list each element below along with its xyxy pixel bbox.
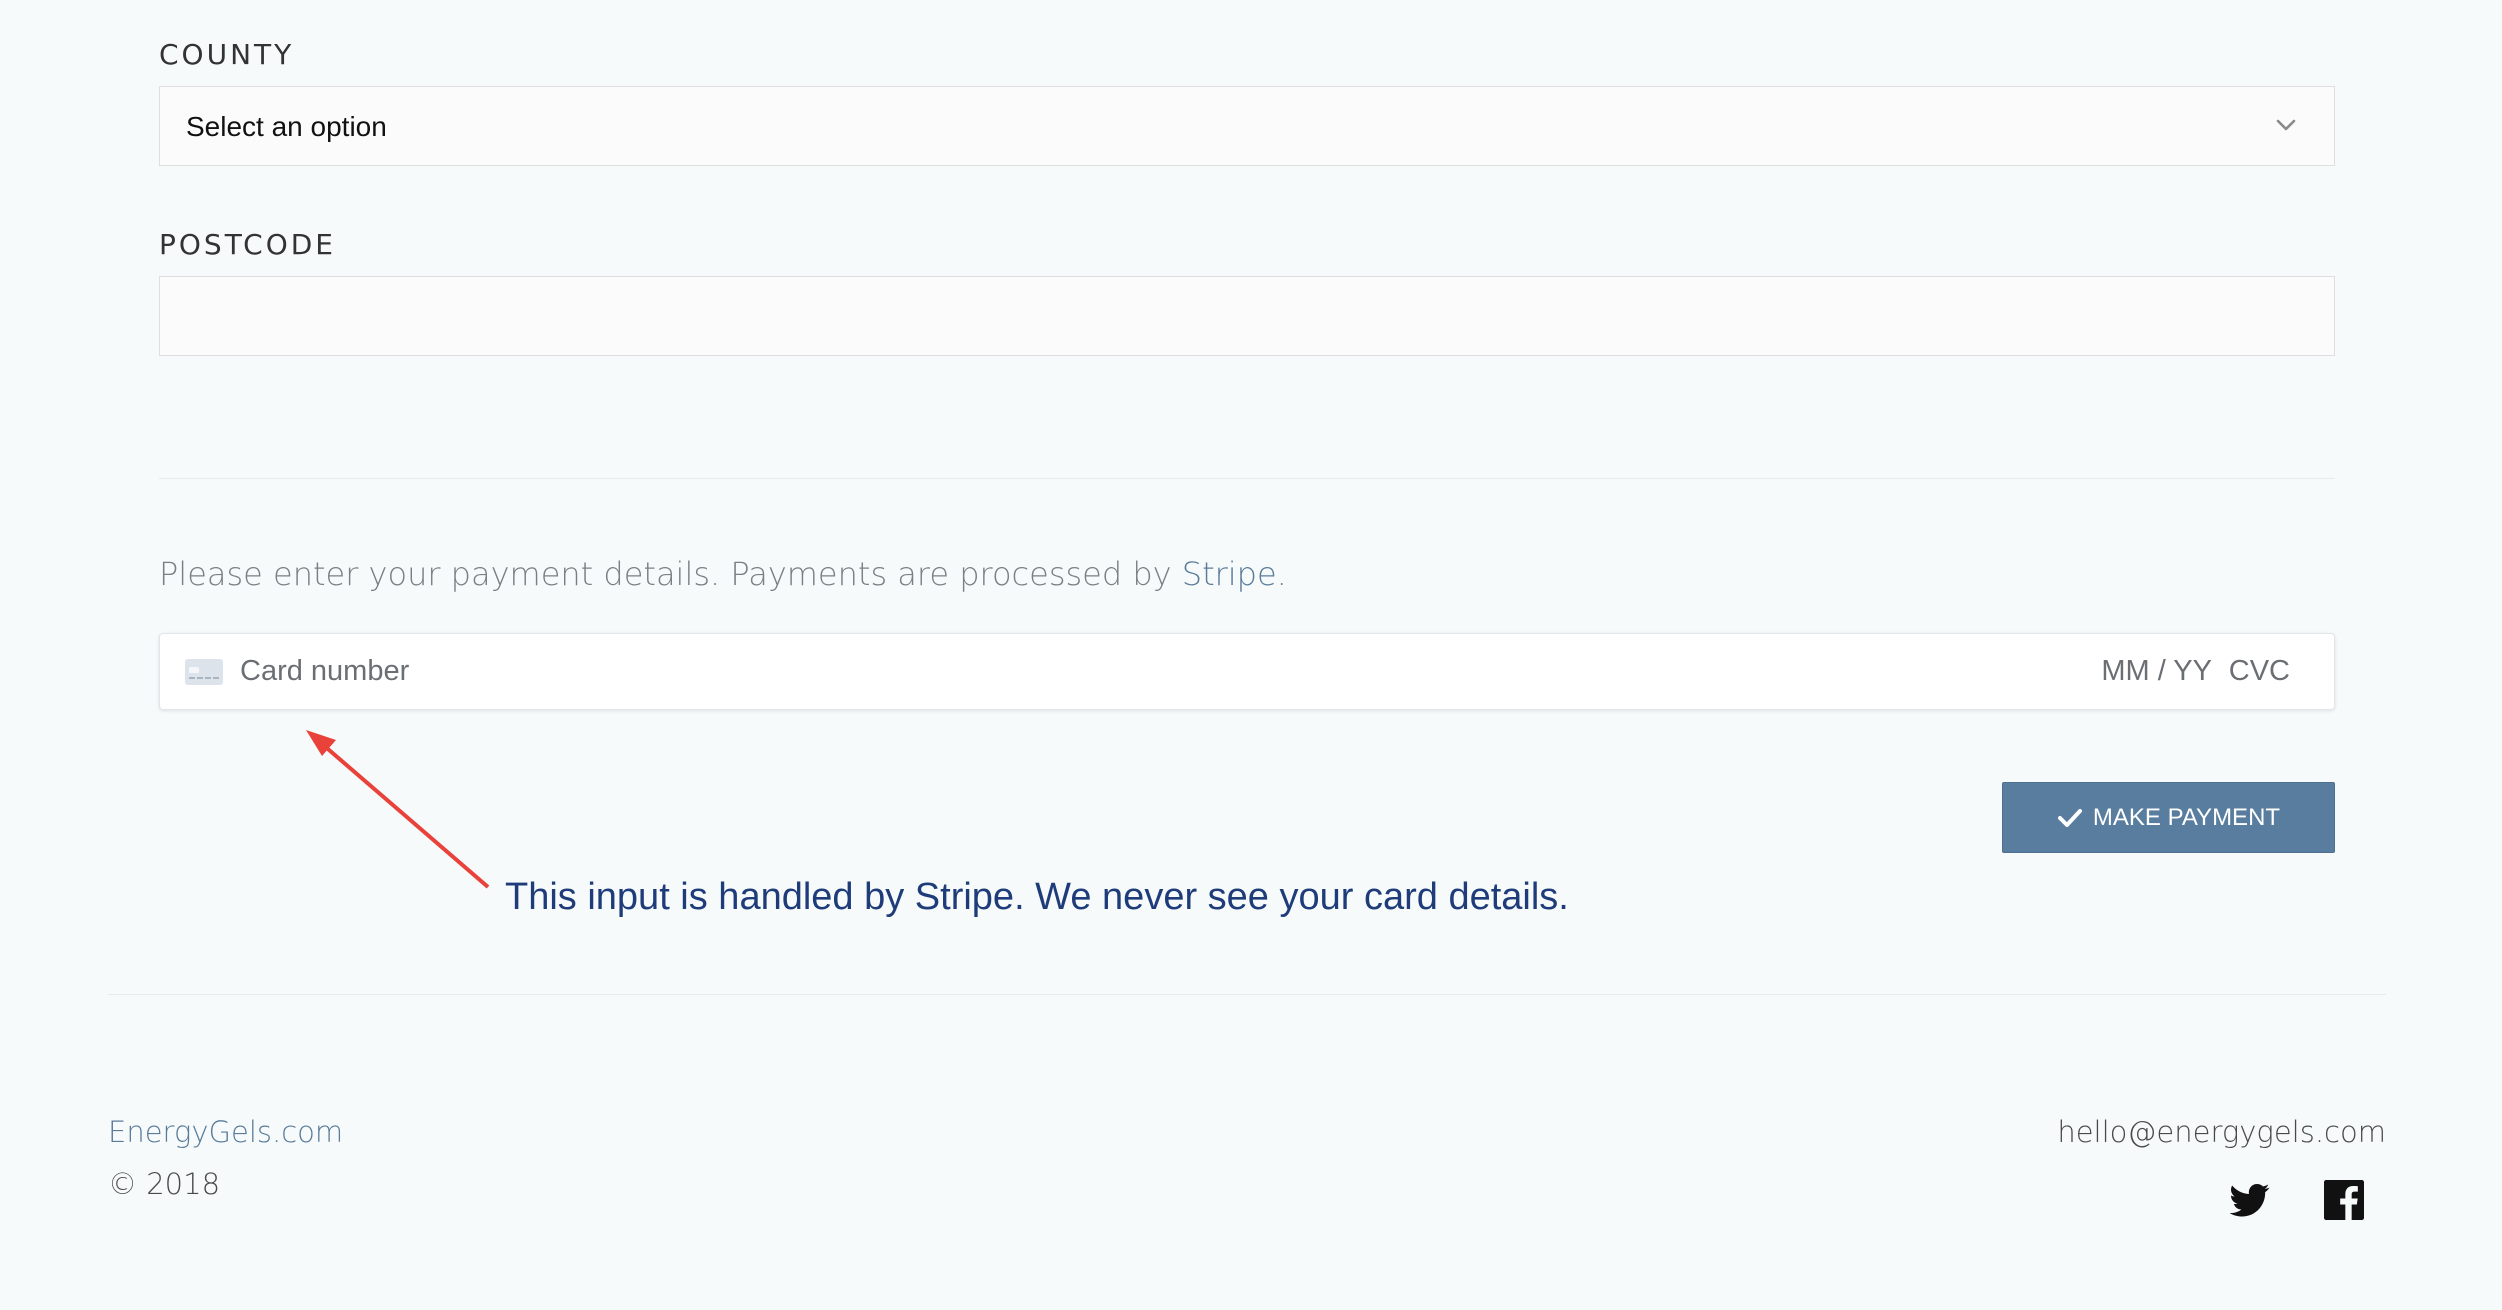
make-payment-button[interactable]: MAKE PAYMENT	[2002, 782, 2335, 853]
stripe-annotation: This input is handled by Stripe. We neve…	[505, 876, 1569, 918]
chevron-down-icon	[2276, 119, 2296, 131]
payment-intro-suffix: .	[1276, 555, 1287, 593]
facebook-icon[interactable]	[2324, 1180, 2364, 1220]
section-divider	[159, 478, 2335, 479]
stripe-link[interactable]: Stripe	[1182, 555, 1277, 593]
card-number-field[interactable]: Card number	[240, 655, 409, 688]
card-expiry-field[interactable]: MM / YY	[2101, 655, 2212, 688]
twitter-icon[interactable]	[2230, 1180, 2270, 1220]
payment-intro-text: Please enter your payment details. Payme…	[159, 555, 1287, 593]
credit-card-icon	[185, 659, 223, 685]
footer-email[interactable]: hello@energygels.com	[2057, 1115, 2386, 1149]
card-input[interactable]: Card number MM / YY CVC	[159, 633, 2335, 710]
county-label: COUNTY	[159, 38, 295, 71]
footer-divider	[108, 994, 2386, 995]
footer-brand-link[interactable]: EnergyGels.com	[108, 1115, 343, 1149]
annotation-arrow	[306, 730, 490, 889]
make-payment-label: MAKE PAYMENT	[2092, 803, 2281, 831]
checkmark-icon	[2057, 808, 2082, 827]
county-select-value: Select an option	[186, 111, 387, 142]
payment-intro-label: Please enter your payment details. Payme…	[159, 555, 1182, 593]
county-select[interactable]: Select an option	[159, 86, 2335, 166]
footer-copyright: © 2018	[108, 1167, 221, 1201]
postcode-label: POSTCODE	[159, 228, 337, 261]
postcode-input[interactable]	[159, 276, 2335, 356]
card-cvc-field[interactable]: CVC	[2229, 655, 2290, 688]
